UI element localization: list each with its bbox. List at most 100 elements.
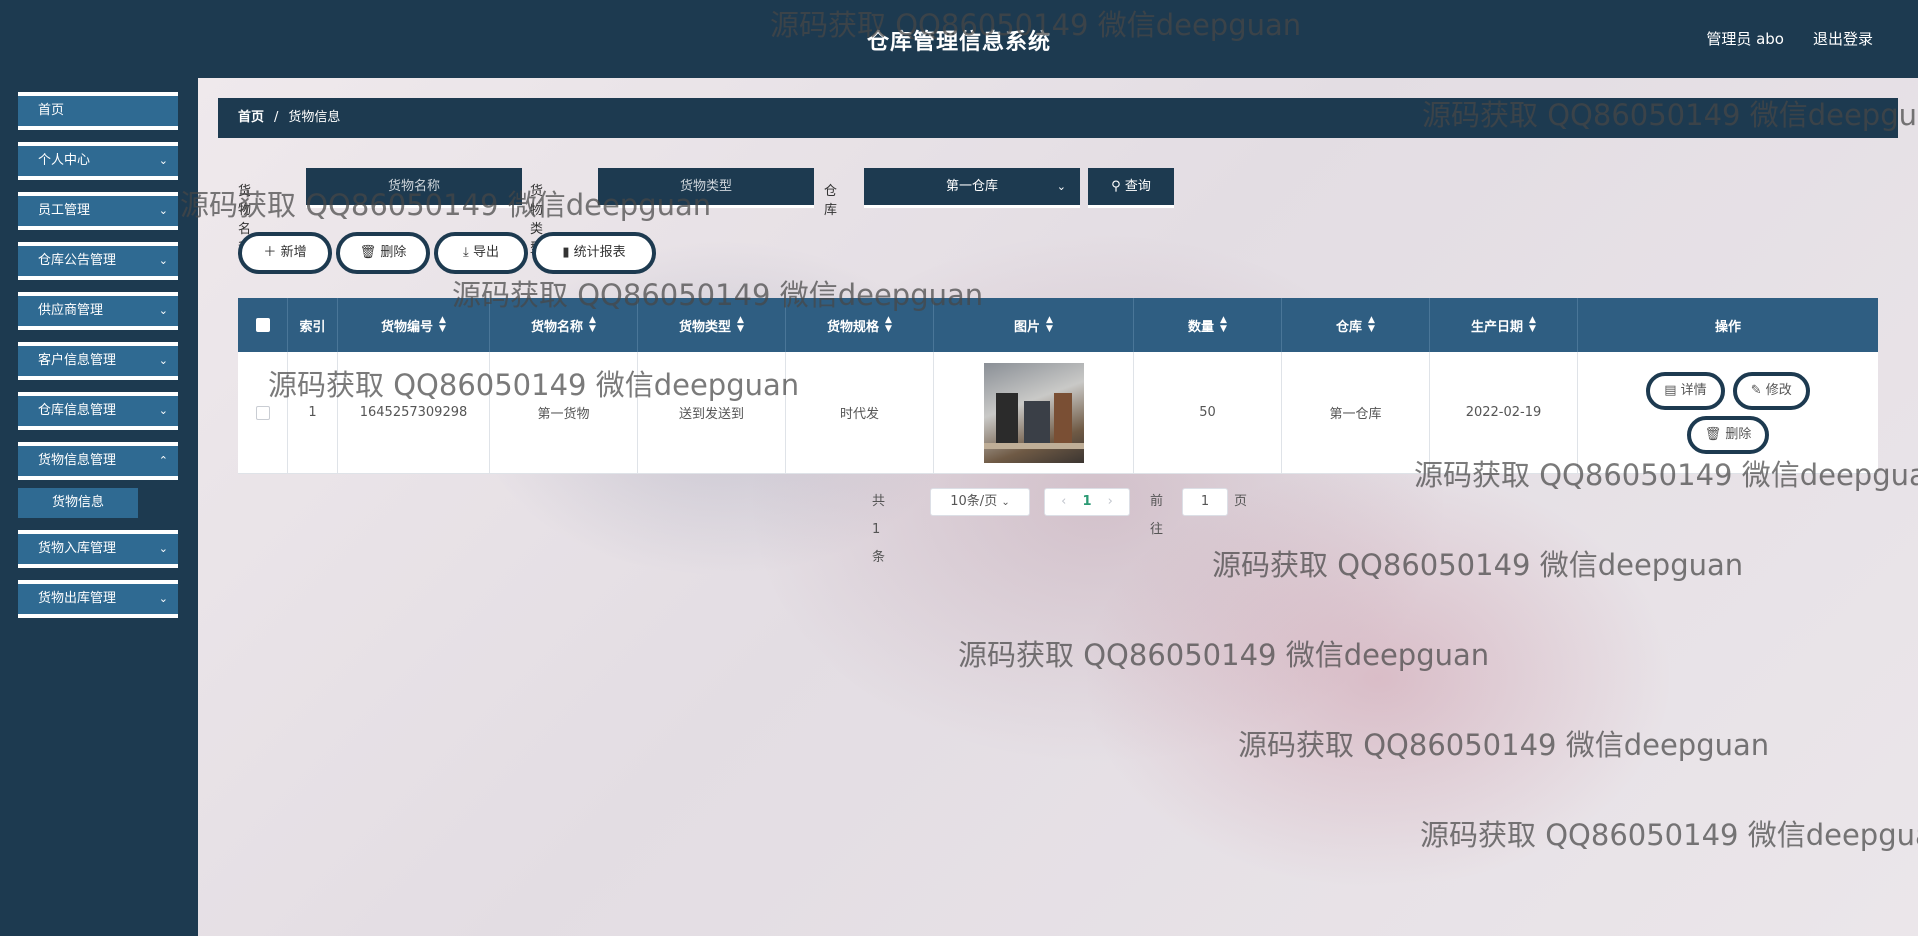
next-page-icon[interactable]: › [1108,494,1113,509]
plus-icon: ＋ [263,245,277,260]
warehouse-label: 仓库 [824,184,838,218]
trash-icon: 🗑 [1704,426,1722,442]
product-image[interactable] [983,362,1084,463]
sidebar-item-label: 个人中心 [38,153,91,168]
breadcrumb-separator: / [274,110,279,125]
trash-icon: 🗑 [359,245,377,260]
col-label: 货物类型 [679,319,732,335]
chevron-down-icon: ⌄ [158,154,168,167]
col-label: 货物编号 [381,319,434,335]
document-icon: ▤ [1664,382,1677,398]
chevron-up-icon: ⌃ [158,454,168,467]
sort-icon: ▲ ▼ [1529,315,1536,334]
add-button[interactable]: ＋ 新增 [238,232,332,274]
page-size-value: 10条/页 [950,494,998,509]
breadcrumb-current: 货物信息 [288,110,341,125]
cell-name: 第一货物 [490,352,638,473]
sidebar-item-label: 客户信息管理 [38,353,117,368]
row-checkbox[interactable] [255,405,270,420]
total-count: 共 1 条 [872,494,886,565]
col-type[interactable]: 货物类型 ▲ ▼ [638,298,786,352]
search-icon: ⚲ [1111,179,1121,194]
sidebar-item-home[interactable]: 首页 [18,92,178,130]
report-button[interactable]: ▮ 统计报表 [532,232,656,274]
edit-button[interactable]: ✎ 修改 [1732,371,1810,410]
sidebar-item-customer[interactable]: 客户信息管理 ⌄ [18,342,178,380]
page-unit-label: 页 [1234,494,1248,509]
table-row: 1 1645257309298 第一货物 送到发送到 时代发 50 第一仓库 2… [238,352,1878,474]
sidebar-item-goods[interactable]: 货物信息管理 ⌃ [18,442,178,480]
col-index: 索引 [288,298,338,352]
col-spec[interactable]: 货物规格 ▲ ▼ [786,298,934,352]
page-number-current[interactable]: 1 [1082,494,1091,509]
logout-link[interactable]: 退出登录 [1813,28,1873,49]
detail-button[interactable]: ▤ 详情 [1646,371,1725,410]
sort-icon: ▲ ▼ [1046,315,1053,334]
sidebar-item-label: 货物信息管理 [38,453,117,468]
cell-date: 2022-02-19 [1430,352,1578,473]
chevron-down-icon: ⌄ [158,542,168,555]
goods-name-input[interactable]: 货物名称 [306,168,522,208]
row-delete-button[interactable]: 🗑 删除 [1686,415,1770,454]
chevron-down-icon: ⌄ [158,592,168,605]
col-warehouse[interactable]: 仓库 ▲ ▼ [1282,298,1430,352]
col-label: 生产日期 [1471,319,1524,335]
col-label: 数量 [1188,319,1215,335]
cell-image [934,352,1134,473]
app-title: 仓库管理信息系统 [866,30,1051,55]
sort-icon: ▲ ▼ [589,315,596,334]
sidebar-item-label: 首页 [38,103,65,118]
warehouse-select[interactable]: 第一仓库 ⌄ [864,168,1080,208]
col-label: 货物规格 [827,319,880,335]
sidebar-item-label: 仓库公告管理 [38,253,117,268]
download-icon: ⤓ [463,245,469,260]
col-quantity[interactable]: 数量 ▲ ▼ [1134,298,1282,352]
query-label: 查询 [1124,179,1151,194]
col-image[interactable]: 图片 ▲ ▼ [934,298,1134,352]
col-label: 索引 [299,319,326,335]
goto-page-input[interactable]: 1 [1182,488,1228,516]
delete-button[interactable]: 🗑 删除 [336,232,430,274]
sidebar: 首页 个人中心 ⌄ 员工管理 ⌄ 仓库公告管理 ⌄ 供应商管理 ⌄ 客户信息管理 ⌄ 仓库… [0,78,198,936]
sidebar-item-warehouse[interactable]: 仓库信息管理 ⌄ [18,392,178,430]
export-button[interactable]: ⤓ 导出 [434,232,528,274]
query-button[interactable]: ⚲ 查询 [1088,168,1174,208]
col-actions: 操作 [1578,298,1878,352]
sidebar-item-goods-in[interactable]: 货物入库管理 ⌄ [18,530,178,568]
col-code[interactable]: 货物编号 ▲ ▼ [338,298,490,352]
chevron-down-icon: ⌄ [1001,497,1010,508]
chevron-down-icon: ⌄ [158,304,168,317]
sidebar-item-label: 货物入库管理 [38,541,117,556]
col-name[interactable]: 货物名称 ▲ ▼ [490,298,638,352]
goto-label: 前往 [1150,494,1164,537]
select-all-checkbox[interactable] [255,318,270,332]
sidebar-item-staff[interactable]: 员工管理 ⌄ [18,192,178,230]
sidebar-item-notice[interactable]: 仓库公告管理 ⌄ [18,242,178,280]
cell-spec: 时代发 [786,352,934,473]
sort-icon: ▲ ▼ [439,315,446,334]
sidebar-item-personal-center[interactable]: 个人中心 ⌄ [18,142,178,180]
page-nav: ‹ 1 › [1044,488,1130,516]
edit-icon: ✎ [1750,382,1762,398]
goods-type-input[interactable]: 货物类型 [598,168,814,208]
breadcrumb-home[interactable]: 首页 [238,110,264,125]
prev-page-icon[interactable]: ‹ [1061,494,1066,509]
current-user: 管理员 abo [1706,30,1784,48]
chevron-down-icon: ⌄ [158,254,168,267]
col-label: 图片 [1014,319,1041,335]
cell-quantity: 50 [1134,352,1282,473]
sidebar-item-label: 货物出库管理 [38,591,117,606]
col-date[interactable]: 生产日期 ▲ ▼ [1430,298,1578,352]
sidebar-item-label: 员工管理 [38,203,91,218]
page-size-select[interactable]: 10条/页 ⌄ [930,488,1030,516]
sidebar-item-supplier[interactable]: 供应商管理 ⌄ [18,292,178,330]
add-label: 新增 [280,245,307,260]
sidebar-item-goods-out[interactable]: 货物出库管理 ⌄ [18,580,178,618]
sidebar-subitem-goods-info[interactable]: 货物信息 [18,488,138,518]
chevron-down-icon: ⌄ [1056,180,1066,193]
col-label: 操作 [1714,319,1741,335]
delete-label: 删除 [380,245,407,260]
cell-code: 1645257309298 [338,352,490,473]
cell-type: 送到发送到 [638,352,786,473]
sidebar-item-label: 仓库信息管理 [38,403,117,418]
